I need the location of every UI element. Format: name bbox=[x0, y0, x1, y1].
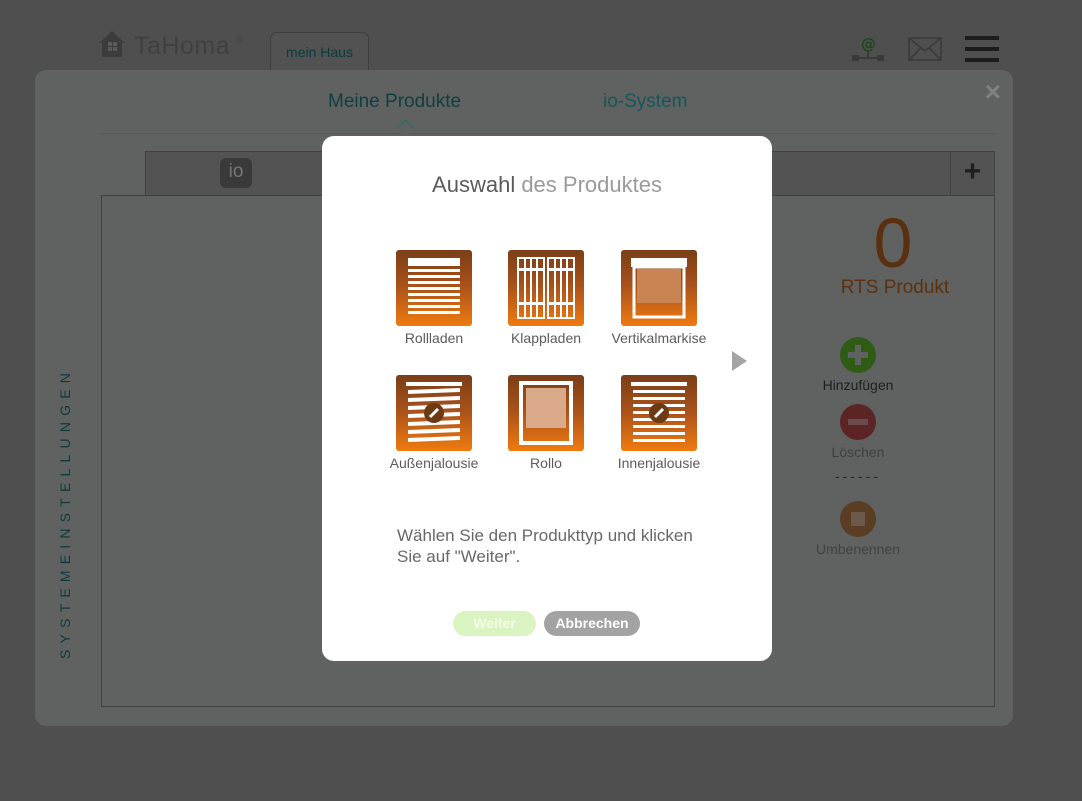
rename-product-label: Umbenennen bbox=[815, 541, 901, 557]
dialog-title-part1: Auswahl bbox=[432, 172, 516, 197]
io-system-icon[interactable]: io bbox=[220, 158, 252, 188]
product-option-klappladen[interactable]: Klappladen bbox=[491, 250, 601, 346]
square-circle-icon bbox=[840, 501, 876, 537]
next-page-arrow-icon[interactable] bbox=[732, 351, 747, 371]
dialog-hint-text: Wählen Sie den Produkttyp und klicken Si… bbox=[397, 526, 693, 566]
product-count-label: RTS Produkt bbox=[840, 277, 950, 298]
minus-circle-icon bbox=[840, 404, 876, 440]
dialog-title-part2: des Produktes bbox=[515, 172, 662, 197]
actions-separator: ------ bbox=[835, 468, 881, 484]
header-icons: @ bbox=[850, 34, 1000, 69]
product-option-vertikalmarkise[interactable]: Vertikalmarkise bbox=[604, 250, 714, 346]
roller-blind-icon bbox=[508, 375, 584, 451]
menu-icon[interactable] bbox=[964, 35, 1000, 68]
tab-my-products[interactable]: Meine Produkte bbox=[328, 91, 461, 113]
product-option-aussenjalousie[interactable]: Außenjalousie bbox=[379, 375, 489, 471]
delete-product-label: Löschen bbox=[831, 444, 885, 460]
delete-product-button[interactable]: Löschen bbox=[808, 404, 908, 460]
product-count: 0 bbox=[873, 204, 913, 282]
house-logo-icon bbox=[96, 28, 128, 65]
interior-blind-icon bbox=[621, 375, 697, 451]
product-selection-dialog: Auswahl des Produktes Rollladen Klapplad… bbox=[322, 136, 772, 661]
product-option-innenjalousie[interactable]: Innenjalousie bbox=[604, 375, 714, 471]
network-at-icon[interactable]: @ bbox=[850, 34, 886, 69]
roller-shutter-icon bbox=[396, 250, 472, 326]
product-label-innenjalousie: Innenjalousie bbox=[617, 455, 701, 471]
active-tab-pointer bbox=[396, 119, 415, 138]
product-label-klappladen: Klappladen bbox=[510, 330, 582, 346]
location-tab[interactable]: mein Haus bbox=[270, 32, 369, 72]
mail-icon[interactable] bbox=[908, 37, 942, 66]
next-button[interactable]: Weiter bbox=[453, 611, 536, 636]
add-product-button[interactable]: Hinzufügen bbox=[808, 337, 908, 393]
product-label-rollladen: Rollladen bbox=[404, 330, 464, 346]
logo-reg-mark: ® bbox=[236, 35, 244, 46]
vertical-awning-icon bbox=[621, 250, 697, 326]
rename-product-button[interactable]: Umbenennen bbox=[808, 501, 908, 557]
plus-circle-icon bbox=[840, 337, 876, 373]
logo-text: TaHoma bbox=[134, 32, 231, 60]
hinged-shutter-icon bbox=[508, 250, 584, 326]
system-settings-label[interactable]: SYSTEMEINSTELLUNGEN bbox=[57, 320, 81, 705]
product-label-aussenjalousie: Außenjalousie bbox=[389, 455, 479, 471]
product-label-rollo: Rollo bbox=[530, 455, 562, 471]
product-option-rollladen[interactable]: Rollladen bbox=[379, 250, 489, 346]
exterior-blind-icon bbox=[396, 375, 472, 451]
product-label-vertikalmarkise: Vertikalmarkise bbox=[611, 330, 707, 346]
product-option-rollo[interactable]: Rollo bbox=[491, 375, 601, 471]
tahoma-logo: TaHoma ® bbox=[96, 28, 243, 65]
svg-text:@: @ bbox=[861, 35, 876, 53]
cancel-button[interactable]: Abbrechen bbox=[544, 611, 640, 636]
add-product-label: Hinzufügen bbox=[822, 377, 894, 393]
add-system-button[interactable]: + bbox=[950, 152, 994, 195]
dialog-title: Auswahl des Produktes bbox=[322, 172, 772, 198]
product-tabs: Meine Produkte io-System bbox=[101, 88, 995, 138]
tab-io-system[interactable]: io-System bbox=[603, 91, 687, 113]
